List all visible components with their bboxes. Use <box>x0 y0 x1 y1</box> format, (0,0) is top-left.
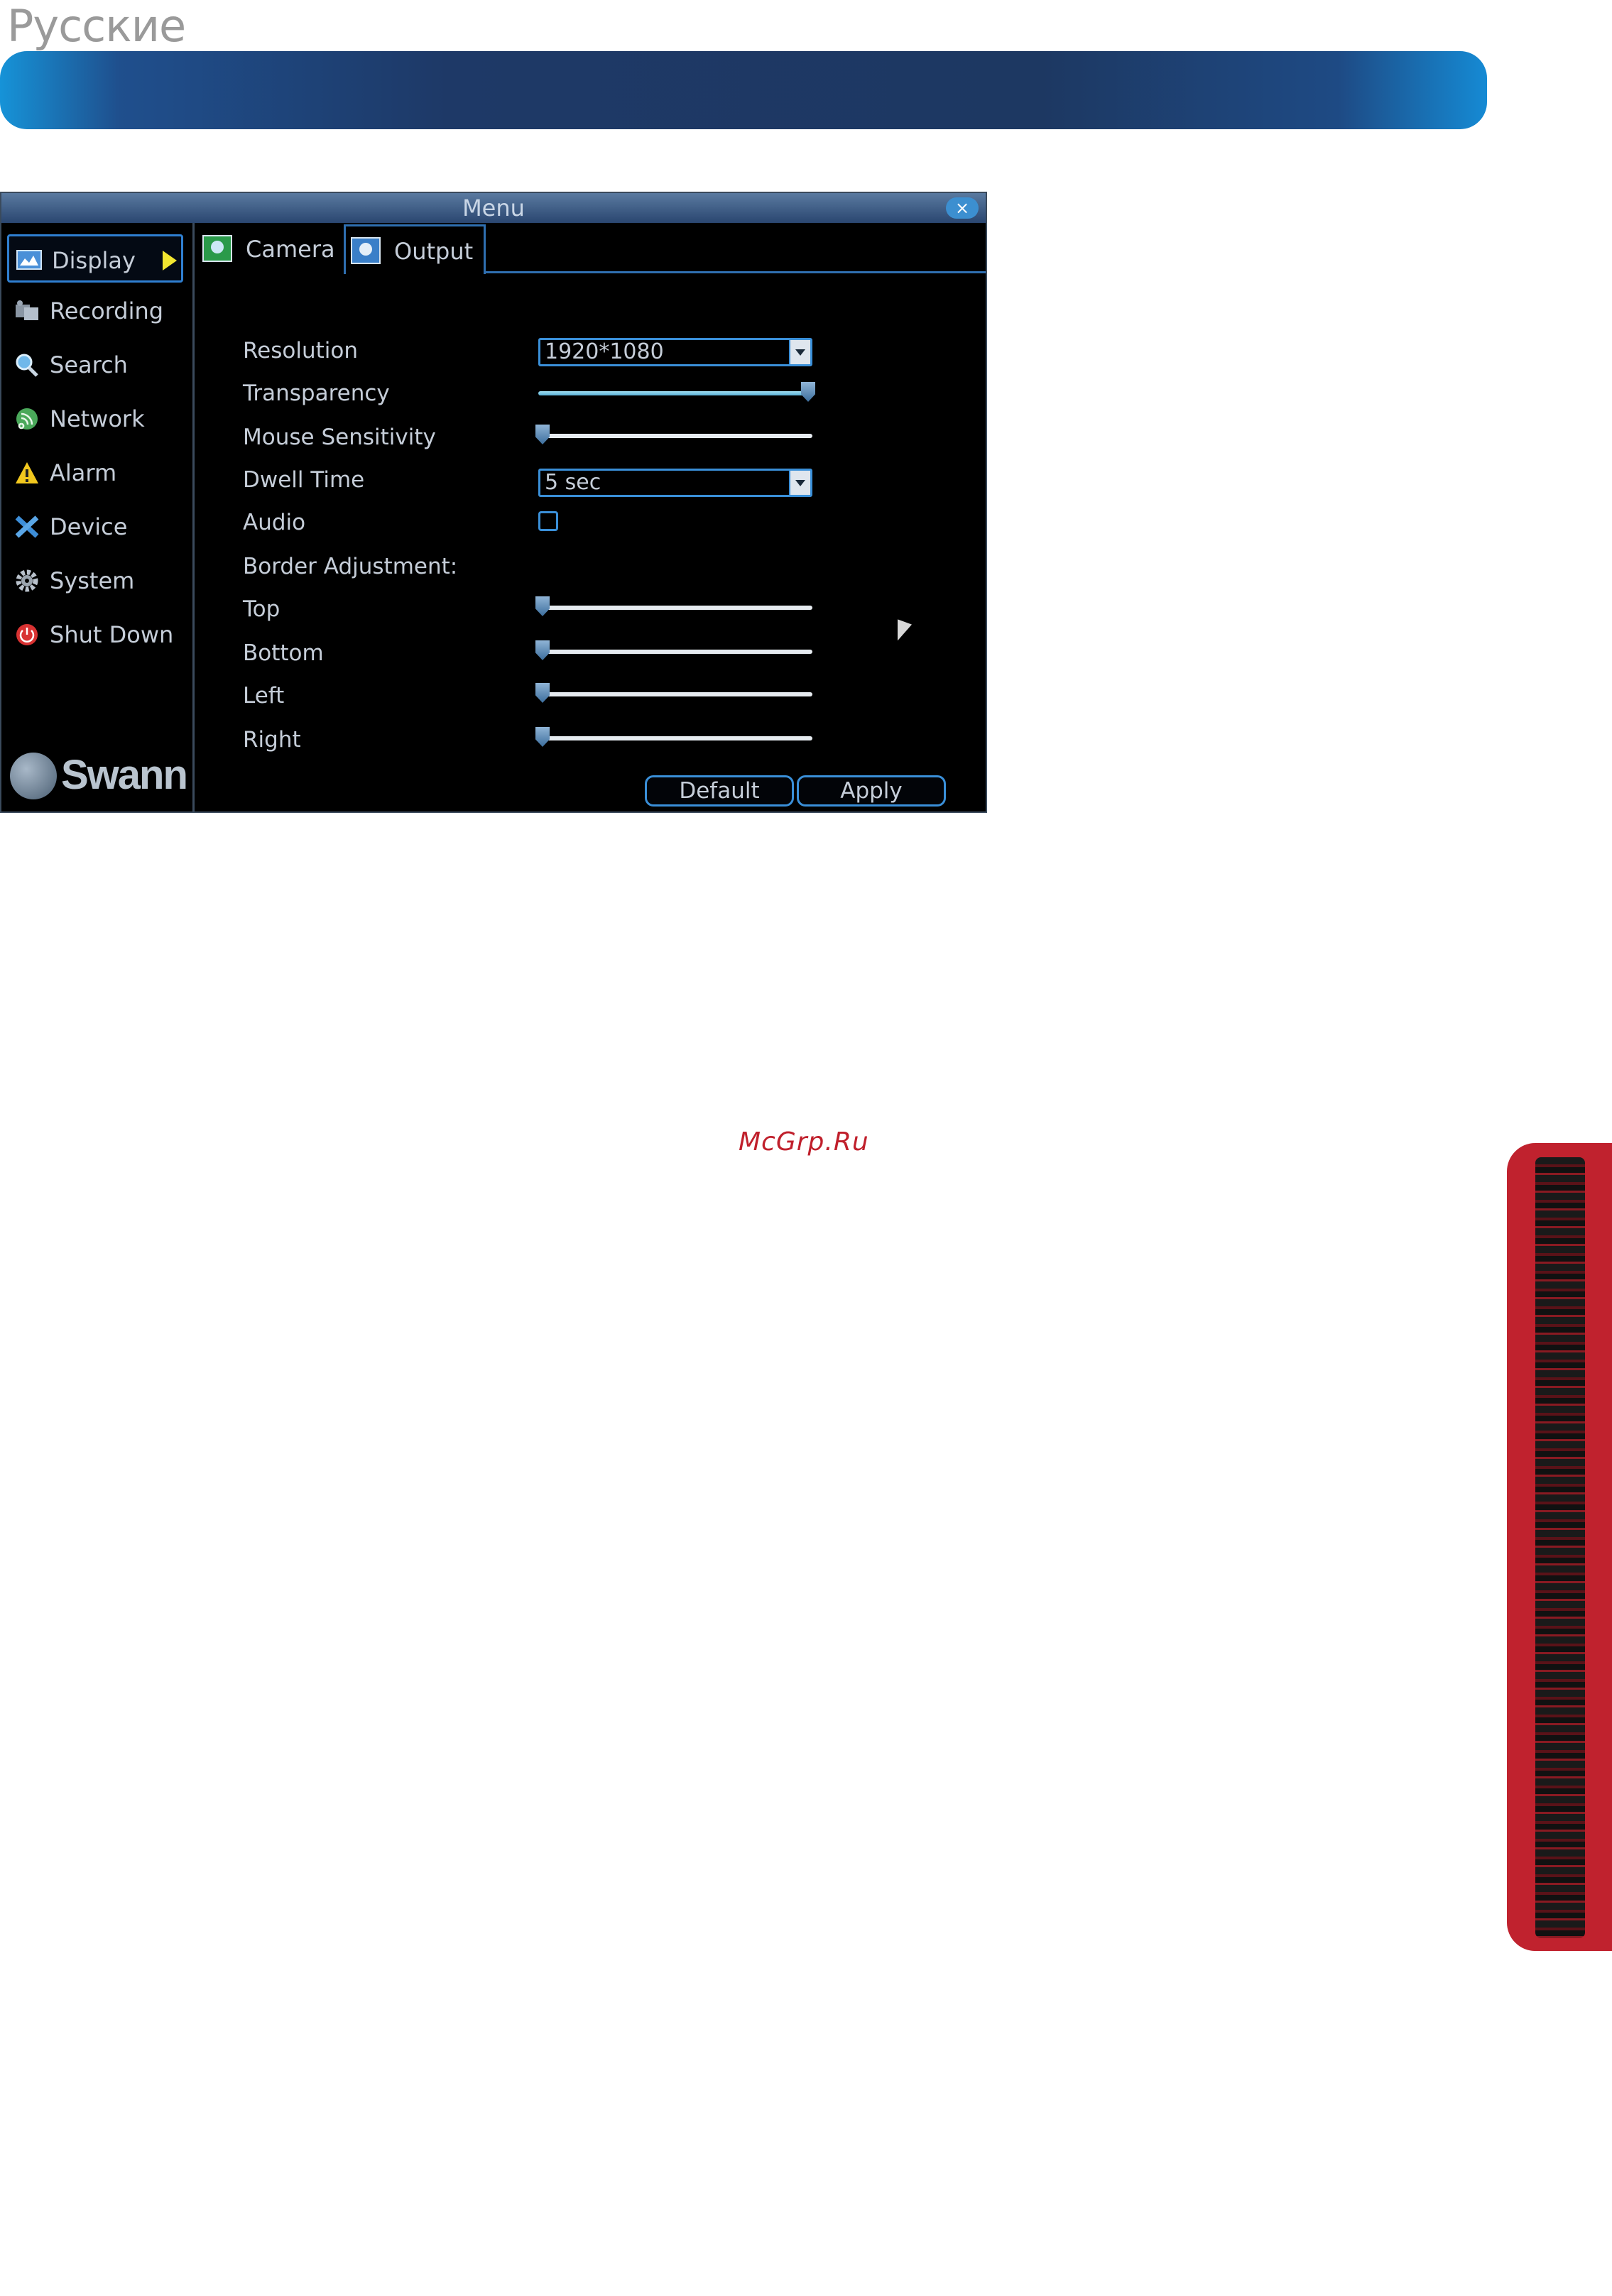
default-button[interactable]: Default <box>645 775 794 807</box>
close-icon: × <box>954 198 970 218</box>
top-label: Top <box>243 596 281 622</box>
tab-output[interactable]: Output <box>344 224 486 274</box>
audio-checkbox[interactable] <box>538 511 558 531</box>
apply-button[interactable]: Apply <box>797 775 946 807</box>
top-slider[interactable] <box>535 596 812 618</box>
watermark-text: McGrp.Ru <box>739 1127 869 1157</box>
bottom-label: Bottom <box>243 640 324 666</box>
sidebar-item-search[interactable]: Search <box>7 341 183 389</box>
header-band <box>0 51 1487 129</box>
slider-thumb[interactable] <box>535 596 550 616</box>
tab-label: Output <box>394 238 474 265</box>
sidebar-item-device[interactable]: Device <box>7 503 183 551</box>
right-slider[interactable] <box>535 727 812 748</box>
slider-track <box>538 391 812 395</box>
slider-track <box>538 606 812 610</box>
border-adjustment-label: Border Adjustment: <box>243 554 458 579</box>
sidebar: Display Recording Search Network Alarm D… <box>1 223 195 813</box>
chevron-down-icon[interactable] <box>789 340 810 364</box>
slider-thumb[interactable] <box>535 425 550 444</box>
power-icon <box>16 624 38 645</box>
mouse-sensitivity-label: Mouse Sensitivity <box>243 425 436 450</box>
window-title: Menu <box>1 193 986 223</box>
sidebar-item-label: Device <box>50 513 128 540</box>
dwell-time-select[interactable]: 5 sec <box>538 469 812 497</box>
gear-icon <box>16 569 38 592</box>
sidebar-item-label: Display <box>52 247 136 274</box>
sidebar-item-system[interactable]: System <box>7 557 183 605</box>
recording-icon <box>16 300 38 320</box>
resolution-select[interactable]: 1920*1080 <box>538 338 812 366</box>
sidebar-item-shutdown[interactable]: Shut Down <box>7 611 183 659</box>
side-tab-pattern <box>1535 1157 1585 1938</box>
sidebar-item-alarm[interactable]: Alarm <box>7 449 183 497</box>
sidebar-item-label: Search <box>50 351 128 378</box>
dwell-time-label: Dwell Time <box>243 467 365 493</box>
dwell-time-value: 5 sec <box>545 470 601 495</box>
left-slider[interactable] <box>535 683 812 704</box>
language-heading: Русские <box>7 0 186 52</box>
slider-thumb[interactable] <box>801 382 815 402</box>
sidebar-item-label: Network <box>50 405 145 432</box>
slider-track <box>538 736 812 740</box>
slider-thumb[interactable] <box>535 727 550 747</box>
swann-logo-icon <box>10 753 57 799</box>
sidebar-item-recording[interactable]: Recording <box>7 287 183 335</box>
active-arrow-icon <box>163 251 177 270</box>
dvr-menu-window: Menu × Display Recording Search Network … <box>0 192 987 813</box>
slider-track <box>538 434 812 438</box>
sidebar-item-network[interactable]: Network <box>7 395 183 443</box>
sidebar-item-label: System <box>50 567 135 594</box>
sidebar-item-label: Shut Down <box>50 621 174 648</box>
slider-track <box>538 692 812 696</box>
right-label: Right <box>243 727 301 753</box>
tab-label: Camera <box>246 236 335 263</box>
tab-underline <box>484 271 986 273</box>
transparency-label: Transparency <box>243 381 390 406</box>
close-button[interactable]: × <box>946 197 979 219</box>
swann-logo: Swann <box>10 747 193 804</box>
sidebar-item-label: Alarm <box>50 459 117 486</box>
left-label: Left <box>243 683 285 709</box>
network-icon <box>16 408 38 430</box>
resolution-value: 1920*1080 <box>545 339 664 364</box>
audio-label: Audio <box>243 510 306 535</box>
slider-thumb[interactable] <box>535 640 550 660</box>
mouse-sensitivity-slider[interactable] <box>535 425 812 446</box>
sidebar-item-display[interactable]: Display <box>7 234 183 283</box>
slider-track <box>538 650 812 654</box>
resolution-label: Resolution <box>243 338 358 363</box>
search-icon <box>16 354 38 377</box>
camera-tab-icon <box>202 235 232 262</box>
tab-camera[interactable]: Camera <box>197 224 339 274</box>
sidebar-item-label: Recording <box>50 297 164 324</box>
alarm-icon <box>16 462 38 483</box>
device-icon <box>15 515 39 538</box>
chevron-down-icon[interactable] <box>789 471 810 495</box>
display-icon <box>16 250 42 270</box>
logo-text: Swann <box>61 752 188 798</box>
mouse-cursor-icon <box>898 619 912 646</box>
side-tab <box>1507 1143 1612 1951</box>
bottom-slider[interactable] <box>535 640 812 662</box>
transparency-slider[interactable] <box>538 382 815 403</box>
slider-thumb[interactable] <box>535 683 550 703</box>
output-tab-icon <box>351 237 381 264</box>
